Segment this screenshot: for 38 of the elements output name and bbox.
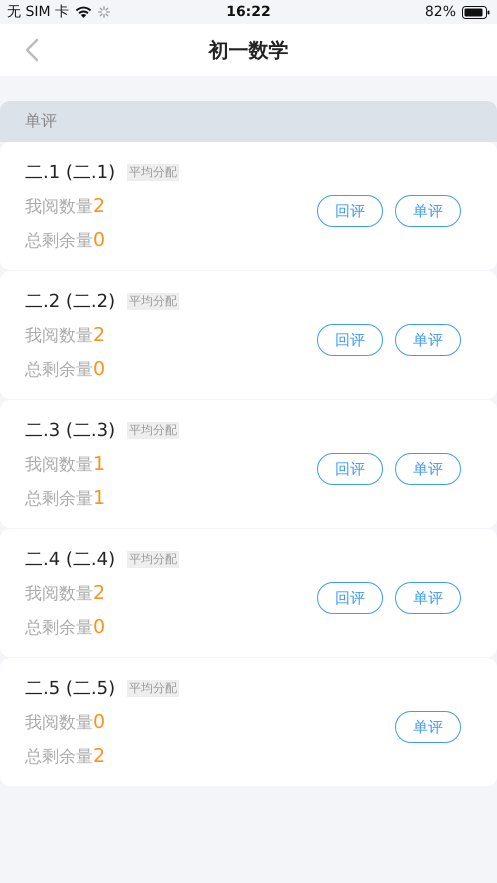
remaining-count-text: 总剩余量0 (25, 616, 106, 639)
clock-text: 16:22 (225, 4, 272, 20)
mode-tag: 平均分配 (127, 422, 180, 438)
read-count-text: 我阅数量1 (25, 453, 106, 476)
back-icon[interactable] (25, 38, 39, 62)
question-title: 二.3 (二.3) (25, 419, 116, 442)
mode-tag: 平均分配 (127, 680, 180, 696)
question-title: 二.4 (二.4) (25, 548, 116, 571)
review-button[interactable]: 单评 (395, 324, 461, 356)
remaining-count-text: 总剩余量1 (25, 487, 106, 510)
review-button[interactable]: 回评 (317, 582, 383, 614)
carrier-text: 无 SIM 卡 (7, 3, 69, 21)
question-title: 二.1 (二.1) (25, 161, 116, 184)
review-button[interactable]: 回评 (317, 453, 383, 485)
review-button[interactable]: 回评 (317, 324, 383, 356)
loading-icon (98, 6, 110, 18)
page-title: 初一数学 (208, 36, 288, 64)
review-button[interactable]: 单评 (395, 195, 461, 227)
review-button[interactable]: 单评 (395, 711, 461, 743)
remaining-count-text: 总剩余量0 (25, 229, 106, 252)
review-button[interactable]: 单评 (395, 582, 461, 614)
mode-tag: 平均分配 (127, 164, 180, 180)
remaining-count-text: 总剩余量0 (25, 358, 106, 381)
read-count-text: 我阅数量2 (25, 195, 106, 218)
section-title: 单评 (25, 111, 57, 132)
wifi-icon (75, 6, 92, 18)
battery-icon (462, 6, 490, 18)
mode-tag: 平均分配 (127, 550, 180, 568)
review-button[interactable]: 回评 (317, 195, 383, 227)
remaining-count-text: 总剩余量2 (25, 745, 106, 768)
read-count-text: 我阅数量2 (25, 324, 106, 347)
read-count-text: 我阅数量0 (25, 711, 106, 734)
battery-percent: 82% (424, 4, 456, 20)
mode-tag: 平均分配 (127, 292, 180, 310)
question-title: 二.5 (二.5) (25, 677, 116, 700)
read-count-text: 我阅数量2 (25, 582, 106, 605)
question-title: 二.2 (二.2) (25, 290, 116, 313)
review-button[interactable]: 单评 (395, 453, 461, 485)
